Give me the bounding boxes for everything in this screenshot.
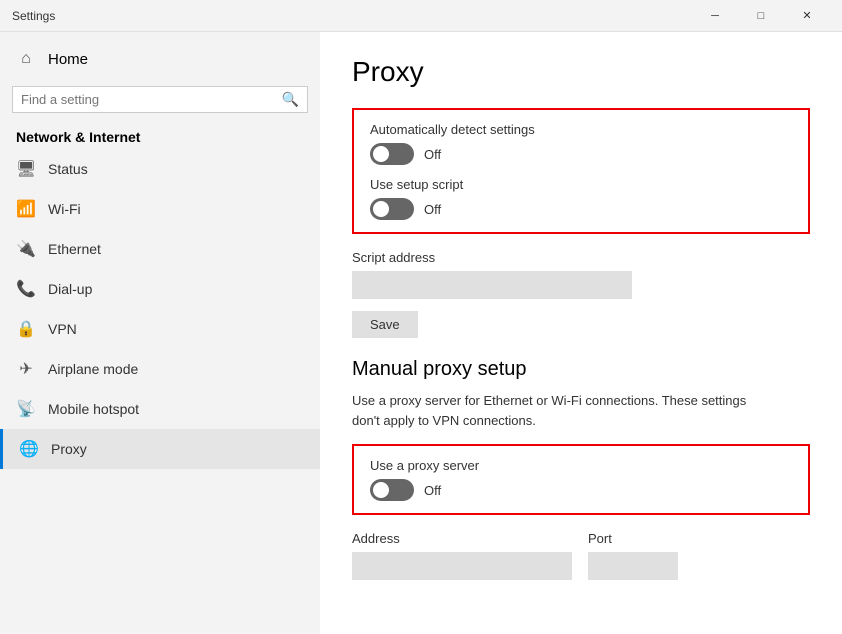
- address-port-row: Address Port: [352, 531, 810, 580]
- manual-proxy-desc: Use a proxy server for Ethernet or Wi-Fi…: [352, 391, 810, 430]
- setup-script-row: Off: [370, 198, 792, 220]
- home-icon: ⌂: [16, 50, 36, 68]
- app-title: Settings: [12, 9, 55, 23]
- use-proxy-toggle[interactable]: [370, 479, 414, 501]
- setup-script-toggle[interactable]: [370, 198, 414, 220]
- maximize-button[interactable]: □: [738, 0, 784, 32]
- auto-detect-toggle[interactable]: [370, 143, 414, 165]
- page-title: Proxy: [352, 56, 810, 88]
- section-label: Network & Internet: [0, 121, 320, 149]
- address-input[interactable]: [352, 552, 572, 580]
- address-group: Address: [352, 531, 572, 580]
- port-input[interactable]: [588, 552, 678, 580]
- save-button[interactable]: Save: [352, 311, 418, 338]
- manual-proxy-title: Manual proxy setup: [352, 358, 810, 381]
- hotspot-icon: 📡: [16, 399, 36, 419]
- ethernet-icon: 🔌: [16, 239, 36, 259]
- sidebar-item-wifi[interactable]: 📶 Wi-Fi: [0, 189, 320, 229]
- auto-detect-label: Automatically detect settings: [370, 122, 792, 137]
- vpn-icon: 🔒: [16, 319, 36, 339]
- sidebar-item-vpn[interactable]: 🔒 VPN: [0, 309, 320, 349]
- automatic-proxy-box: Automatically detect settings Off Use se…: [352, 108, 810, 234]
- content-area: Proxy Automatically detect settings Off …: [320, 32, 842, 634]
- sidebar-item-label: Airplane mode: [48, 361, 138, 377]
- sidebar-item-label: Mobile hotspot: [48, 401, 139, 417]
- manual-proxy-desc-line2: don't apply to VPN connections.: [352, 413, 536, 428]
- proxy-icon: 🌐: [19, 439, 39, 459]
- sidebar-item-hotspot[interactable]: 📡 Mobile hotspot: [0, 389, 320, 429]
- home-label: Home: [48, 51, 88, 68]
- dialup-icon: 📞: [16, 279, 36, 299]
- auto-detect-value: Off: [424, 147, 441, 162]
- manual-proxy-desc-line1: Use a proxy server for Ethernet or Wi-Fi…: [352, 393, 746, 408]
- script-address-label: Script address: [352, 250, 810, 265]
- auto-detect-row: Off: [370, 143, 792, 165]
- sidebar-item-status[interactable]: 🖥 Status: [0, 149, 320, 189]
- port-group: Port: [588, 531, 678, 580]
- minimize-button[interactable]: ─: [692, 0, 738, 32]
- setup-script-label: Use setup script: [370, 177, 792, 192]
- title-bar: Settings ─ □ ✕: [0, 0, 842, 32]
- port-label: Port: [588, 531, 678, 546]
- sidebar: ⌂ Home 🔍 Network & Internet 🖥 Status 📶 W…: [0, 32, 320, 634]
- sidebar-item-label: Ethernet: [48, 241, 101, 257]
- search-input[interactable]: [21, 92, 276, 107]
- sidebar-item-label: Wi-Fi: [48, 201, 81, 217]
- sidebar-item-dialup[interactable]: 📞 Dial-up: [0, 269, 320, 309]
- sidebar-item-label: Dial-up: [48, 281, 92, 297]
- use-proxy-label: Use a proxy server: [370, 458, 792, 473]
- close-button[interactable]: ✕: [784, 0, 830, 32]
- setup-script-value: Off: [424, 202, 441, 217]
- status-icon: 🖥: [16, 159, 36, 179]
- script-address-input[interactable]: [352, 271, 632, 299]
- search-icon: 🔍: [282, 91, 299, 108]
- sidebar-item-airplane[interactable]: ✈ Airplane mode: [0, 349, 320, 389]
- use-proxy-row: Off: [370, 479, 792, 501]
- airplane-icon: ✈: [16, 359, 36, 379]
- search-box[interactable]: 🔍: [12, 86, 308, 113]
- sidebar-item-label: Status: [48, 161, 88, 177]
- wifi-icon: 📶: [16, 199, 36, 219]
- sidebar-item-label: VPN: [48, 321, 77, 337]
- app-body: ⌂ Home 🔍 Network & Internet 🖥 Status 📶 W…: [0, 32, 842, 634]
- sidebar-item-ethernet[interactable]: 🔌 Ethernet: [0, 229, 320, 269]
- sidebar-item-proxy[interactable]: 🌐 Proxy: [0, 429, 320, 469]
- address-label: Address: [352, 531, 572, 546]
- use-proxy-box: Use a proxy server Off: [352, 444, 810, 515]
- window-controls: ─ □ ✕: [692, 0, 830, 32]
- use-proxy-value: Off: [424, 483, 441, 498]
- sidebar-item-label: Proxy: [51, 441, 87, 457]
- sidebar-home[interactable]: ⌂ Home: [0, 40, 320, 78]
